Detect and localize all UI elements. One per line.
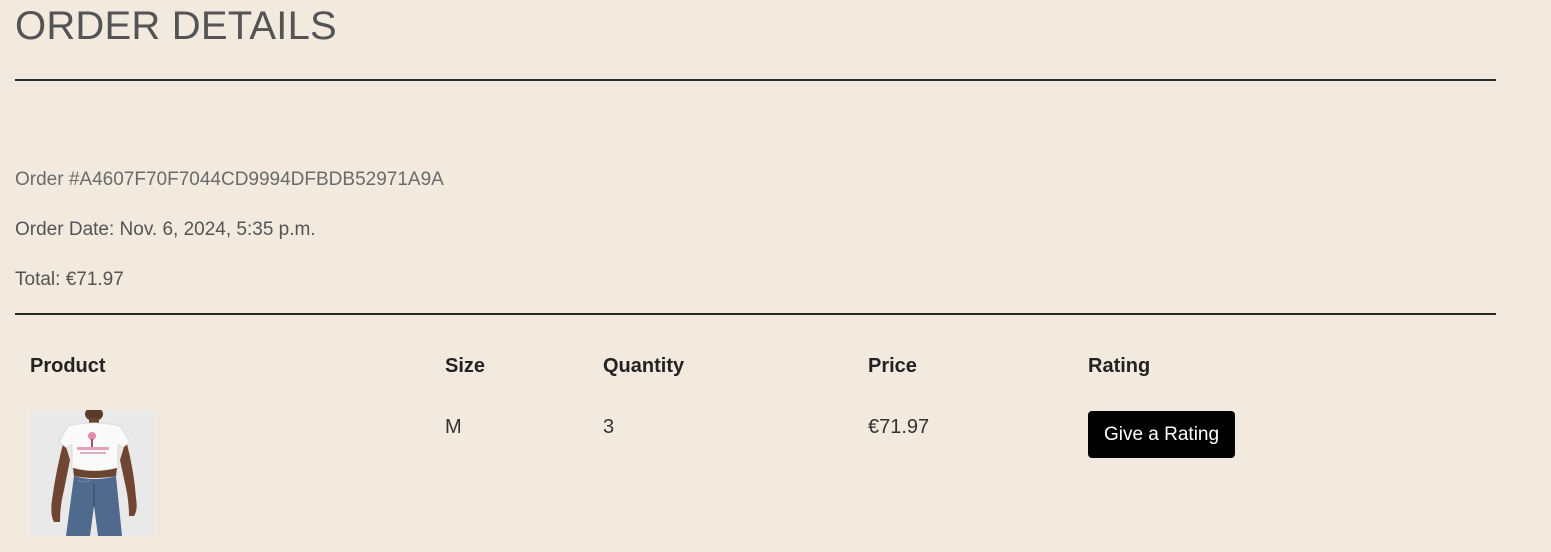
order-details-page: ORDER DETAILS Order #A4607F70F7044CD9994… [0, 0, 1551, 552]
header-price: Price [868, 355, 917, 377]
row-size: M [445, 416, 462, 438]
product-thumbnail[interactable] [30, 410, 155, 536]
give-rating-button[interactable]: Give a Rating [1088, 411, 1235, 458]
product-image [30, 410, 155, 536]
row-price: €71.97 [868, 416, 930, 438]
order-date: Order Date: Nov. 6, 2024, 5:35 p.m. [15, 219, 316, 240]
header-product: Product [30, 355, 106, 377]
order-total: Total: €71.97 [15, 269, 124, 290]
order-number: Order #A4607F70F7044CD9994DFBDB52971A9A [15, 169, 444, 190]
header-size: Size [445, 355, 486, 377]
summary-divider [15, 313, 1496, 315]
row-quantity: 3 [603, 416, 615, 438]
header-quantity: Quantity [603, 355, 685, 377]
page-title: ORDER DETAILS [15, 4, 337, 48]
title-divider [15, 79, 1496, 81]
header-rating: Rating [1088, 355, 1151, 377]
